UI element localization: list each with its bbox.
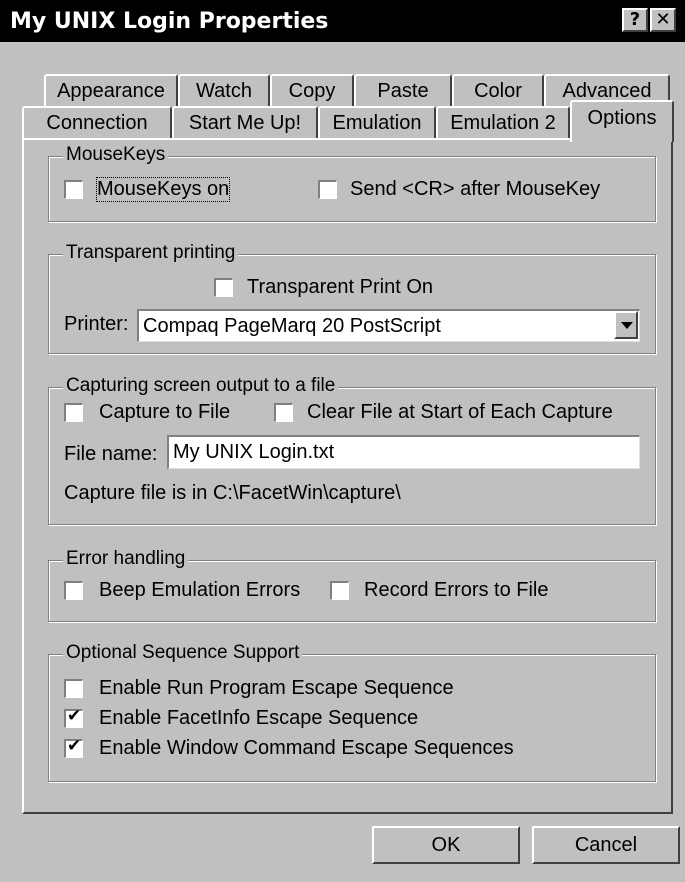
capture-legend: Capturing screen output to a file xyxy=(63,375,339,397)
clear-file-label[interactable]: Clear File at Start of Each Capture xyxy=(307,401,613,424)
printer-label: Printer: xyxy=(64,313,129,335)
close-button[interactable]: ✕ xyxy=(650,8,676,32)
record-errors-label[interactable]: Record Errors to File xyxy=(364,579,549,602)
run-program-checkbox[interactable] xyxy=(64,679,83,698)
facetinfo-checkbox[interactable] xyxy=(64,706,83,728)
tab-emulation[interactable]: Emulation xyxy=(318,106,436,140)
transparent-print-checkbox[interactable] xyxy=(214,278,233,297)
tab-options[interactable]: Options xyxy=(570,100,674,142)
transparent-print-label[interactable]: Transparent Print On xyxy=(247,276,433,299)
send-cr-label[interactable]: Send <CR> after MouseKey xyxy=(350,178,600,201)
tab-copy[interactable]: Copy xyxy=(270,74,354,108)
window-title: My UNIX Login Properties xyxy=(10,9,329,34)
printer-select-value: Compaq PageMarq 20 PostScript xyxy=(143,315,441,337)
file-name-input[interactable]: My UNIX Login.txt xyxy=(167,435,640,469)
tab-appearance[interactable]: Appearance xyxy=(44,74,178,108)
file-name-label: File name: xyxy=(64,443,158,465)
help-button[interactable]: ? xyxy=(622,8,648,32)
record-errors-checkbox[interactable] xyxy=(330,581,349,600)
tab-emulation-2[interactable]: Emulation 2 xyxy=(436,106,570,140)
tab-color[interactable]: Color xyxy=(452,74,544,108)
window-command-label[interactable]: Enable Window Command Escape Sequences xyxy=(99,737,514,760)
capture-location-text: Capture file is in C:\FacetWin\capture\ xyxy=(64,482,401,504)
chevron-down-icon xyxy=(621,322,633,329)
title-bar[interactable]: My UNIX Login Properties ? ✕ xyxy=(0,0,685,42)
facetinfo-label[interactable]: Enable FacetInfo Escape Sequence xyxy=(99,707,418,730)
window-command-checkbox[interactable] xyxy=(64,736,83,758)
tab-connection[interactable]: Connection xyxy=(22,106,172,140)
mousekeys-on-checkbox[interactable] xyxy=(64,180,83,199)
beep-errors-checkbox[interactable] xyxy=(64,581,83,600)
transparent-printing-legend: Transparent printing xyxy=(63,242,239,264)
cancel-button[interactable]: Cancel xyxy=(532,826,680,864)
mousekeys-legend: MouseKeys xyxy=(63,144,169,166)
ok-button[interactable]: OK xyxy=(372,826,520,864)
printer-select[interactable]: Compaq PageMarq 20 PostScript xyxy=(137,309,640,342)
capture-to-file-label[interactable]: Capture to File xyxy=(99,401,230,424)
beep-errors-label[interactable]: Beep Emulation Errors xyxy=(99,579,300,602)
tab-start-me-up[interactable]: Start Me Up! xyxy=(172,106,318,140)
tab-watch[interactable]: Watch xyxy=(178,74,270,108)
tab-paste[interactable]: Paste xyxy=(354,74,452,108)
printer-dropdown-button[interactable] xyxy=(614,311,638,339)
error-handling-legend: Error handling xyxy=(63,548,189,570)
capture-to-file-checkbox[interactable] xyxy=(64,403,83,422)
sequence-support-legend: Optional Sequence Support xyxy=(63,642,303,664)
send-cr-checkbox[interactable] xyxy=(318,180,337,199)
mousekeys-on-label[interactable]: MouseKeys on xyxy=(95,177,231,202)
clear-file-checkbox[interactable] xyxy=(274,403,293,422)
run-program-label[interactable]: Enable Run Program Escape Sequence xyxy=(99,677,454,700)
